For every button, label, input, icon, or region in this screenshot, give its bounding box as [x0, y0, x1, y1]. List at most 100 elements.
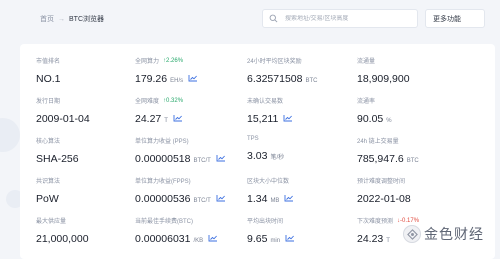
trend-chart-icon[interactable]	[284, 194, 294, 202]
stat-value: 785,947.6	[357, 153, 404, 165]
stat-label: 当前最佳手续费(BTC)	[135, 219, 193, 225]
stat-value: NO.1	[36, 73, 61, 85]
stat-unit: %	[386, 118, 392, 124]
stat-label-row: 单位算力收益 (PPS)	[135, 136, 226, 145]
stat-unit: min	[270, 238, 281, 244]
stat-value: 0.00006031	[135, 233, 191, 245]
stat-cell: 单位算力收益 (PPS) 0.00000518 BTC/T	[135, 136, 226, 165]
stat-cell: 流通量 18,909,900	[357, 56, 410, 85]
stat-label-row: 流通量	[357, 56, 410, 65]
decor-bubble	[0, 118, 20, 152]
stat-label-row: 未确认交易数	[247, 96, 293, 105]
stat-change: ↑2.26%	[163, 57, 184, 64]
stat-value: 179.26	[135, 73, 168, 85]
stat-label: 最大供应量	[36, 219, 67, 225]
watermark-text: 金色财经	[424, 227, 484, 243]
stat-cell: 流通率 90.05%	[357, 96, 392, 125]
stat-value: 1.34	[247, 193, 268, 205]
stat-value: 90.05	[357, 113, 384, 125]
stat-label: 全网算力	[135, 59, 160, 65]
watermark: 金色财经	[403, 224, 484, 244]
stat-value: 24.27	[135, 113, 162, 125]
search-input[interactable]	[283, 14, 417, 23]
stat-value-row: 18,909,900	[357, 73, 410, 85]
stat-label: 24h 链上交易量	[357, 139, 399, 145]
stat-value: 2009-01-04	[36, 113, 90, 125]
stat-value: 24.23	[357, 233, 384, 245]
stat-label-row: 全网算力 ↑2.26%	[135, 56, 198, 66]
stat-value-row: 24.27 T	[135, 113, 183, 125]
stat-cell: 最大供应量 21,000,000	[36, 216, 89, 245]
trend-chart-icon[interactable]	[216, 194, 226, 202]
stat-label-row: 共识算法	[36, 176, 60, 185]
stat-label-row: 当前最佳手续费(BTC)	[135, 216, 218, 225]
stat-label: 发行日期	[36, 99, 61, 105]
trend-chart-icon[interactable]	[283, 114, 293, 122]
stat-cell: 市值排名 NO.1	[36, 56, 61, 85]
stat-cell: 24小时平均区块奖励 6.32571508 BTC	[247, 56, 317, 85]
stat-value-row: SHA-256	[36, 153, 79, 165]
stat-unit: MB	[270, 198, 280, 204]
stat-value-row: 2022-01-08	[357, 193, 411, 205]
stat-cell: 单位算力收益(FPPS) 0.00000536 BTC/T	[135, 176, 226, 205]
trend-chart-icon[interactable]	[216, 154, 226, 162]
stat-unit: BTC	[406, 158, 419, 164]
stat-value: 18,909,900	[357, 73, 410, 85]
stat-label-row: TPS	[247, 136, 284, 142]
stat-label: 流通率	[357, 99, 376, 105]
trend-chart-icon[interactable]	[188, 74, 198, 82]
stat-value-row: 0.00000536 BTC/T	[135, 193, 226, 205]
stat-cell: TPS 3.03 笔/秒	[247, 136, 284, 162]
stat-value: 0.00000518	[135, 153, 191, 165]
stat-cell: 共识算法 PoW	[36, 176, 60, 205]
stat-value-row: 179.26 EH/s	[135, 73, 198, 85]
breadcrumb: 首页 → BTC浏览器	[40, 14, 104, 24]
stat-value: 21,000,000	[36, 233, 89, 245]
stat-value: 15,211	[247, 113, 279, 125]
stat-label: 共识算法	[36, 179, 61, 185]
stat-value-row: 9.65 min	[247, 233, 295, 245]
stat-cell: 核心算法 SHA-256	[36, 136, 79, 165]
stat-label: 区块大小中位数	[247, 179, 290, 185]
stat-unit: T	[386, 238, 390, 244]
stat-cell: 24h 链上交易量 785,947.6 BTC	[357, 136, 419, 165]
more-functions-dropdown[interactable]: 更多功能	[425, 9, 485, 28]
stat-label: 平均出块时间	[247, 219, 284, 225]
search-box[interactable]	[262, 9, 418, 28]
stat-value: SHA-256	[36, 153, 79, 165]
stat-label-row: 区块大小中位数	[247, 176, 294, 185]
stat-cell: 预计难度调整时间 2022-01-08	[357, 176, 411, 205]
breadcrumb-current: BTC浏览器	[69, 16, 104, 23]
trend-chart-icon[interactable]	[285, 234, 295, 242]
stat-value-row: NO.1	[36, 73, 61, 85]
stat-cell: 全网算力 ↑2.26% 179.26 EH/s	[135, 56, 198, 85]
stat-cell: 当前最佳手续费(BTC) 0.00006031/KB	[135, 216, 218, 245]
stat-label: 24小时平均区块奖励	[247, 59, 302, 65]
stat-unit: T	[164, 118, 168, 124]
more-functions-label: 更多功能	[433, 15, 461, 23]
stat-unit: BTC/T	[193, 198, 211, 204]
stat-unit: 笔/秒	[270, 155, 285, 161]
stat-label-row: 全网难度 ↑0.32%	[135, 96, 184, 106]
stat-label: 市值排名	[36, 59, 61, 65]
stat-label-row: 核心算法	[36, 136, 79, 145]
stat-value: 2022-01-08	[357, 193, 411, 205]
stat-value-row: 15,211	[247, 113, 293, 125]
stat-label: 流通量	[357, 59, 376, 65]
stat-label-row: 24h 链上交易量	[357, 136, 419, 145]
stat-label: 未确认交易数	[247, 99, 284, 105]
stat-label: TPS	[247, 136, 259, 142]
stat-value-row: 785,947.6 BTC	[357, 153, 419, 165]
trend-chart-icon[interactable]	[208, 234, 218, 242]
stat-label: 下次难度预测	[357, 219, 394, 225]
stat-label-row: 平均出块时间	[247, 216, 295, 225]
stat-cell: 发行日期 2009-01-04	[36, 96, 90, 125]
stat-cell: 未确认交易数 15,211	[247, 96, 293, 125]
breadcrumb-home[interactable]: 首页	[40, 14, 54, 24]
stat-change: ↑0.32%	[163, 97, 184, 104]
stat-value-row: 1.34 MB	[247, 193, 294, 205]
stat-label-row: 预计难度调整时间	[357, 176, 411, 185]
trend-chart-icon[interactable]	[173, 114, 183, 122]
stat-value: PoW	[36, 193, 59, 205]
stat-label: 单位算力收益 (PPS)	[135, 139, 189, 145]
